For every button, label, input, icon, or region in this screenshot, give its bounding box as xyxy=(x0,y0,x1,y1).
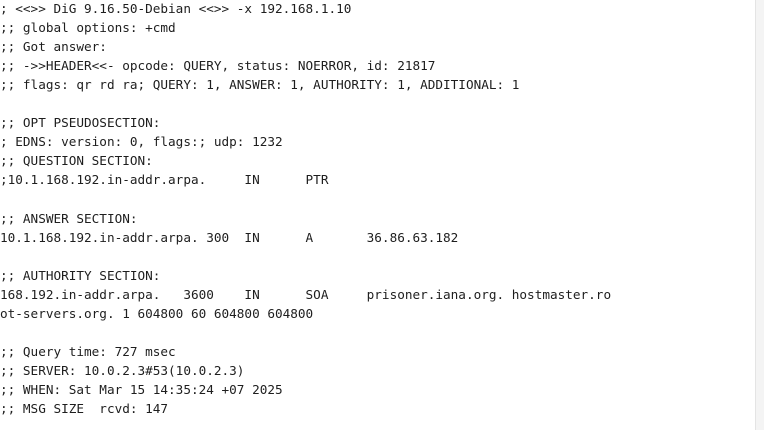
output-line-query-time: ;; Query time: 727 msec xyxy=(0,343,176,359)
output-line-msg-size: ;; MSG SIZE rcvd: 147 xyxy=(0,400,169,416)
vertical-scrollbar[interactable] xyxy=(755,0,764,430)
output-line-edns: ; EDNS: version: 0, flags:; udp: 1232 xyxy=(0,134,283,150)
output-line-server: ;; SERVER: 10.0.2.3#53(10.0.2.3) xyxy=(0,362,245,378)
output-line-dig-version: ; <<>> DiG 9.16.50-Debian <<>> -x 192.16… xyxy=(0,1,352,16)
output-line-opt-pseudosection: ;; OPT PSEUDOSECTION: xyxy=(0,115,161,131)
output-line-blank xyxy=(0,247,611,266)
output-line-authority-record-wrap: ot-servers.org. 1 604800 60 604800 60480… xyxy=(0,305,314,321)
output-line-authority-record: 168.192.in-addr.arpa. 3600 IN SOA prison… xyxy=(0,286,612,302)
terminal-window[interactable]: ; <<>> DiG 9.16.50-Debian <<>> -x 192.16… xyxy=(0,0,756,430)
output-line-when: ;; WHEN: Sat Mar 15 14:35:24 +07 2025 xyxy=(0,381,283,397)
output-line-answer-section: ;; ANSWER SECTION: xyxy=(0,210,138,226)
output-line-blank xyxy=(0,94,611,113)
scrollbar-thumb[interactable] xyxy=(758,2,762,412)
output-line-question-section: ;; QUESTION SECTION: xyxy=(0,153,153,169)
output-line-blank xyxy=(0,189,611,208)
output-line-got-answer: ;; Got answer: xyxy=(0,39,107,55)
output-line-global-options: ;; global options: +cmd xyxy=(0,20,176,36)
output-line-answer-record: 10.1.168.192.in-addr.arpa. 300 IN A 36.8… xyxy=(0,229,459,245)
output-line-blank xyxy=(0,323,611,342)
output-line-header: ;; ->>HEADER<<- opcode: QUERY, status: N… xyxy=(0,58,436,74)
output-line-question-record: ;10.1.168.192.in-addr.arpa. IN PTR xyxy=(0,172,329,188)
output-line-authority-section: ;; AUTHORITY SECTION: xyxy=(0,267,161,283)
terminal-output: ; <<>> DiG 9.16.50-Debian <<>> -x 192.16… xyxy=(0,0,611,418)
output-line-flags: ;; flags: qr rd ra; QUERY: 1, ANSWER: 1,… xyxy=(0,77,520,93)
